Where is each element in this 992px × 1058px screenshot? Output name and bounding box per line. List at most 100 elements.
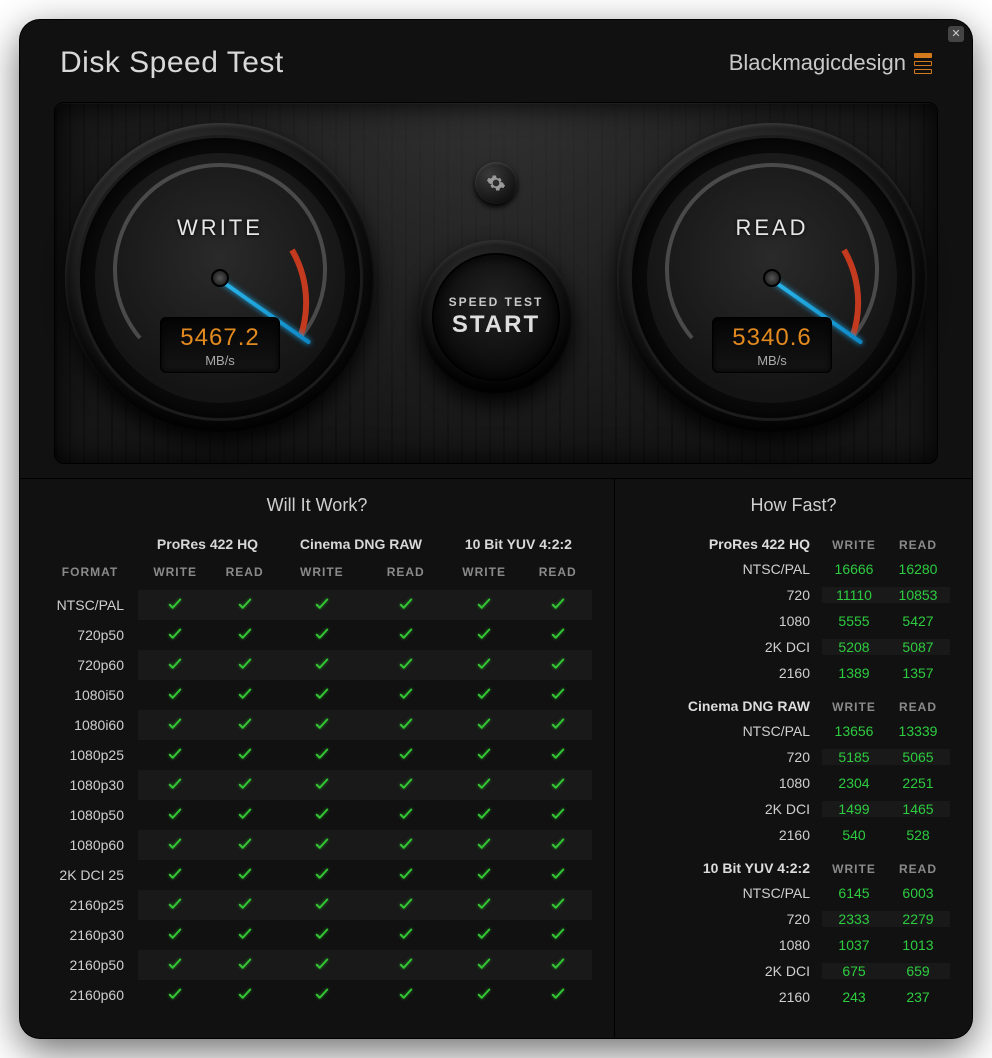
check-icon (166, 810, 184, 826)
wiw-format: 2160p30 (42, 920, 138, 950)
wiw-cell (445, 740, 524, 770)
hf-group-name: 10 Bit YUV 4:2:2 (637, 860, 822, 876)
wiw-row: 1080p25 (42, 740, 592, 770)
check-icon (236, 960, 254, 976)
hf-read-val: 528 (886, 827, 950, 843)
wiw-sub-r1: READ (367, 560, 445, 590)
wiw-format: 1080i50 (42, 680, 138, 710)
wiw-format: 2160p25 (42, 890, 138, 920)
wiw-cell (445, 830, 524, 860)
hf-write-val: 5185 (822, 749, 886, 765)
check-icon (397, 990, 415, 1006)
check-icon (549, 840, 567, 856)
check-icon (313, 690, 331, 706)
hf-read-val: 659 (886, 963, 950, 979)
wiw-cell (277, 950, 367, 980)
check-icon (549, 720, 567, 736)
wiw-cell (212, 920, 277, 950)
wiw-cell (367, 590, 445, 620)
hf-read-val: 1013 (886, 937, 950, 953)
start-line2: START (452, 311, 540, 339)
wiw-cell (277, 620, 367, 650)
hf-format: NTSC/PAL (637, 723, 822, 739)
hf-write-val: 5555 (822, 613, 886, 629)
hf-sub-write: WRITE (822, 862, 886, 876)
hf-row: 2K DCI675659 (637, 958, 950, 984)
wiw-cell (277, 830, 367, 860)
check-icon (166, 660, 184, 676)
check-icon (313, 660, 331, 676)
wiw-cell (445, 650, 524, 680)
app-window: ✕ Disk Speed Test Blackmagicdesign WRITE… (20, 20, 972, 1038)
hf-group: Cinema DNG RAWWRITEREADNTSC/PAL136561333… (637, 692, 950, 848)
hf-row: NTSC/PAL1365613339 (637, 718, 950, 744)
wiw-cell (523, 710, 592, 740)
settings-button[interactable] (475, 162, 517, 204)
read-gauge: READ 5340.6 MB/s (617, 123, 927, 433)
gear-icon (486, 173, 506, 193)
header: Disk Speed Test Blackmagicdesign (20, 20, 972, 102)
check-icon (236, 630, 254, 646)
hf-group-name: ProRes 422 HQ (637, 536, 822, 552)
hf-read-val: 237 (886, 989, 950, 1005)
check-icon (166, 750, 184, 766)
hf-row: 108023042251 (637, 770, 950, 796)
check-icon (313, 600, 331, 616)
check-icon (397, 960, 415, 976)
wiw-group-1: Cinema DNG RAW (277, 530, 445, 560)
check-icon (313, 960, 331, 976)
wiw-row: NTSC/PAL (42, 590, 592, 620)
hf-write-val: 1037 (822, 937, 886, 953)
check-icon (475, 840, 493, 856)
wiw-cell (212, 980, 277, 1010)
check-icon (313, 780, 331, 796)
hf-read-val: 1357 (886, 665, 950, 681)
wiw-cell (212, 890, 277, 920)
hf-read-val: 16280 (886, 561, 950, 577)
hf-read-val: 5065 (886, 749, 950, 765)
wiw-row: 720p50 (42, 620, 592, 650)
hf-format: 2160 (637, 665, 822, 681)
hf-row: 108010371013 (637, 932, 950, 958)
hf-read-val: 1465 (886, 801, 950, 817)
check-icon (236, 840, 254, 856)
hf-format: 2K DCI (637, 639, 822, 655)
wiw-row: 1080p50 (42, 800, 592, 830)
app-title: Disk Speed Test (60, 46, 284, 80)
wiw-cell (367, 920, 445, 950)
start-line1: SPEED TEST (449, 295, 544, 309)
check-icon (166, 600, 184, 616)
wiw-cell (212, 620, 277, 650)
wiw-cell (212, 950, 277, 980)
wiw-row: 2160p25 (42, 890, 592, 920)
hf-write-val: 243 (822, 989, 886, 1005)
hf-write-val: 13656 (822, 723, 886, 739)
wiw-cell (212, 710, 277, 740)
wiw-cell (523, 860, 592, 890)
wiw-cell (367, 740, 445, 770)
wiw-cell (367, 950, 445, 980)
wiw-cell (367, 800, 445, 830)
needle-hub-icon (763, 269, 781, 287)
check-icon (313, 870, 331, 886)
hf-format: 1080 (637, 775, 822, 791)
wiw-cell (212, 860, 277, 890)
wiw-cell (445, 770, 524, 800)
wiw-cell (138, 770, 212, 800)
how-fast-panel: How Fast? ProRes 422 HQWRITEREADNTSC/PAL… (615, 479, 972, 1038)
wiw-cell (523, 770, 592, 800)
wiw-cell (212, 830, 277, 860)
wiw-format: 1080p25 (42, 740, 138, 770)
check-icon (549, 870, 567, 886)
hf-row: 2160540528 (637, 822, 950, 848)
hf-read-val: 6003 (886, 885, 950, 901)
check-icon (397, 780, 415, 796)
wiw-cell (212, 800, 277, 830)
wiw-cell (138, 800, 212, 830)
start-button[interactable]: SPEED TEST START (419, 240, 573, 394)
wiw-cell (445, 710, 524, 740)
check-icon (475, 870, 493, 886)
wiw-row: 2160p50 (42, 950, 592, 980)
wiw-cell (367, 860, 445, 890)
close-button[interactable]: ✕ (948, 26, 964, 42)
